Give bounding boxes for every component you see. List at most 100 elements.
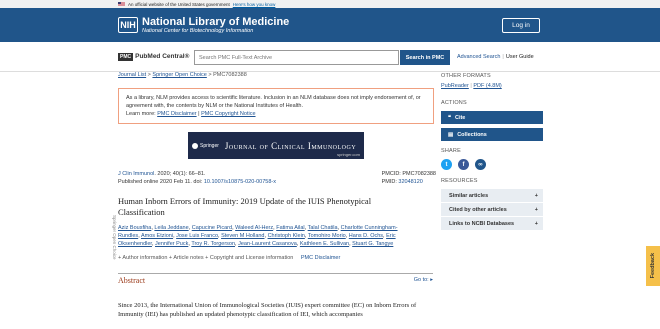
- journal-banner[interactable]: Springer Journal of Clinical Immunology …: [188, 132, 364, 159]
- author-link[interactable]: Jennifer Puck: [155, 241, 188, 247]
- author-link[interactable]: Leila Jeddane: [154, 225, 188, 231]
- nlm-title-block[interactable]: National Library of Medicine National Ce…: [142, 16, 289, 35]
- author-link[interactable]: Talal Chatila: [308, 225, 338, 231]
- format-sep: |: [470, 83, 472, 89]
- author-link[interactable]: Waleed Al-Herz: [235, 225, 273, 231]
- springer-horse-icon: [192, 142, 198, 149]
- gov-banner: An official website of the United States…: [0, 0, 660, 8]
- actions-heading: ACTIONS: [441, 100, 467, 106]
- sidebar: OTHER FORMATS PubReader | PDF (4.8M) ACT…: [441, 73, 543, 231]
- search-input[interactable]: [194, 50, 399, 65]
- expand-icon: +: [534, 220, 538, 227]
- breadcrumb-sep: >: [208, 72, 212, 78]
- springer-logo: Springer: [192, 142, 219, 149]
- author-link[interactable]: Capucine Picard: [192, 225, 232, 231]
- main-content: Journal List > Springer Open Choice > PM…: [118, 72, 436, 319]
- nih-logo[interactable]: NIH: [118, 17, 138, 33]
- ncbi-links-item[interactable]: Links to NCBI Databases +: [441, 217, 543, 231]
- author-link[interactable]: Amos Etzioni: [141, 233, 173, 239]
- login-button[interactable]: Log in: [502, 18, 540, 33]
- gov-banner-text: An official website of the United States…: [128, 1, 230, 7]
- pmc-logo-text: PubMed Central®: [135, 53, 190, 60]
- springer-label: Springer: [200, 142, 219, 149]
- pubreader-link[interactable]: PubReader: [441, 83, 469, 89]
- feedback-label: Feedback: [650, 253, 656, 279]
- other-formats-heading: OTHER FORMATS: [441, 73, 491, 79]
- breadcrumb-pmc-id: PMC7082388: [213, 72, 247, 78]
- pdf-link[interactable]: PDF (4.8M): [473, 83, 501, 89]
- similar-articles-item[interactable]: Similar articles +: [441, 189, 543, 203]
- doi-link[interactable]: 10.1007/s10875-020-00758-x: [204, 179, 276, 185]
- article-title: Human Inborn Errors of Immunity: 2019 Up…: [118, 196, 372, 217]
- pmc-logo[interactable]: PMC PubMed Central®: [118, 52, 194, 61]
- nlm-notice: As a library, NLM provides access to sci…: [118, 88, 434, 124]
- side-label: Springer Open Choice: [112, 215, 117, 260]
- feedback-tab[interactable]: Feedback: [646, 246, 660, 286]
- pmc-logo-box: PMC: [118, 52, 134, 61]
- article-disclaimer-link[interactable]: PMC Disclaimer: [301, 255, 340, 261]
- notice-sep: |: [198, 111, 200, 117]
- journal-url: springer.com: [337, 152, 360, 157]
- res-label: Similar articles: [449, 192, 489, 199]
- pmid-label: PMID:: [381, 179, 397, 185]
- cited-by-item[interactable]: Cited by other articles +: [441, 203, 543, 217]
- abstract-text: Since 2013, the International Union of I…: [118, 301, 417, 318]
- search-links: Advanced Search | User Guide: [457, 54, 534, 60]
- author-list: Aziz Bousfiha, Leila Jeddane, Capucine P…: [118, 224, 418, 249]
- author-link[interactable]: Christoph Klein: [268, 233, 305, 239]
- quote-icon: ❝: [448, 114, 451, 121]
- author-link[interactable]: Jose Luis Franco: [176, 233, 218, 239]
- citation-right: PMCID: PMC7082388 PMID: 32048120: [382, 170, 436, 186]
- citation-block: J Clin Immunol. 2020; 40(1): 66–81. Publ…: [118, 170, 436, 186]
- search-button[interactable]: Search in PMC: [400, 50, 450, 65]
- nlm-header: NIH National Library of Medicine Nationa…: [0, 8, 660, 42]
- breadcrumb-sep: >: [147, 72, 151, 78]
- author-info-links[interactable]: + Author information + Article notes + C…: [118, 255, 293, 261]
- published-online: Published online 2020 Feb 11. doi:: [118, 179, 203, 185]
- goto-link[interactable]: Go to: ▸: [414, 277, 433, 283]
- share-heading: SHARE: [441, 148, 461, 154]
- format-links: PubReader | PDF (4.8M): [441, 83, 543, 89]
- author-link[interactable]: Troy R. Torgerson: [191, 241, 235, 247]
- cite-label: Cite: [454, 114, 466, 121]
- breadcrumb-open-choice[interactable]: Springer Open Choice: [152, 72, 206, 78]
- advanced-search-link[interactable]: Advanced Search: [457, 54, 500, 60]
- res-label: Links to NCBI Databases: [449, 220, 515, 227]
- ncbi-subtitle: National Center for Biotechnology Inform…: [142, 27, 254, 34]
- pmid-link[interactable]: 32048120: [398, 179, 422, 185]
- pmc-disclaimer-link[interactable]: PMC Disclaimer: [157, 111, 196, 117]
- author-link[interactable]: Fatima Ailal: [276, 225, 304, 231]
- author-link[interactable]: Steven M Holland: [221, 233, 264, 239]
- author-link[interactable]: Kathleen E. Sullivan: [300, 241, 349, 247]
- user-guide-link[interactable]: User Guide: [506, 54, 534, 60]
- facebook-icon[interactable]: f: [458, 159, 469, 170]
- pmcid: PMCID: PMC7082388: [381, 171, 436, 177]
- resources-heading: RESOURCES: [441, 178, 478, 184]
- pmc-copyright-link[interactable]: PMC Copyright Notice: [201, 111, 255, 117]
- citation-details: . 2020; 40(1): 66–81.: [154, 171, 206, 177]
- abstract-title: Abstract: [118, 275, 146, 285]
- citation-left: J Clin Immunol. 2020; 40(1): 66–81. Publ…: [118, 170, 276, 186]
- abstract-section: Abstract Go to: ▸ Since 2013, the Intern…: [118, 272, 433, 319]
- share-row: t f ∞: [441, 159, 543, 170]
- breadcrumb-journal-list[interactable]: Journal List: [118, 72, 146, 78]
- how-you-know-link[interactable]: Here's how you know: [233, 2, 276, 7]
- notice-learn-more: Learn more:: [126, 111, 156, 117]
- author-link[interactable]: Hans D. Ochs: [349, 233, 383, 239]
- pmc-search-bar: PMC PubMed Central® Search in PMC Advanc…: [0, 42, 660, 72]
- link-icon[interactable]: ∞: [475, 159, 486, 170]
- expand-icon: +: [534, 206, 538, 213]
- res-label: Cited by other articles: [449, 206, 507, 213]
- nlm-title: National Library of Medicine: [142, 15, 290, 28]
- author-link[interactable]: Jean-Laurent Casanova: [238, 241, 297, 247]
- twitter-icon[interactable]: t: [441, 159, 452, 170]
- author-link[interactable]: Stuart G. Tangye: [352, 241, 393, 247]
- breadcrumb: Journal List > Springer Open Choice > PM…: [118, 72, 430, 78]
- author-link[interactable]: Tomohiro Morio: [308, 233, 346, 239]
- abstract-header: Abstract Go to: ▸: [118, 276, 433, 285]
- author-link[interactable]: Aziz Bousfiha: [118, 225, 151, 231]
- collections-button[interactable]: ▤ Collections: [441, 128, 543, 141]
- journal-link[interactable]: J Clin Immunol: [118, 171, 154, 177]
- journal-name: Journal of Clinical Immunology: [224, 140, 357, 151]
- cite-button[interactable]: ❝ Cite: [441, 111, 543, 124]
